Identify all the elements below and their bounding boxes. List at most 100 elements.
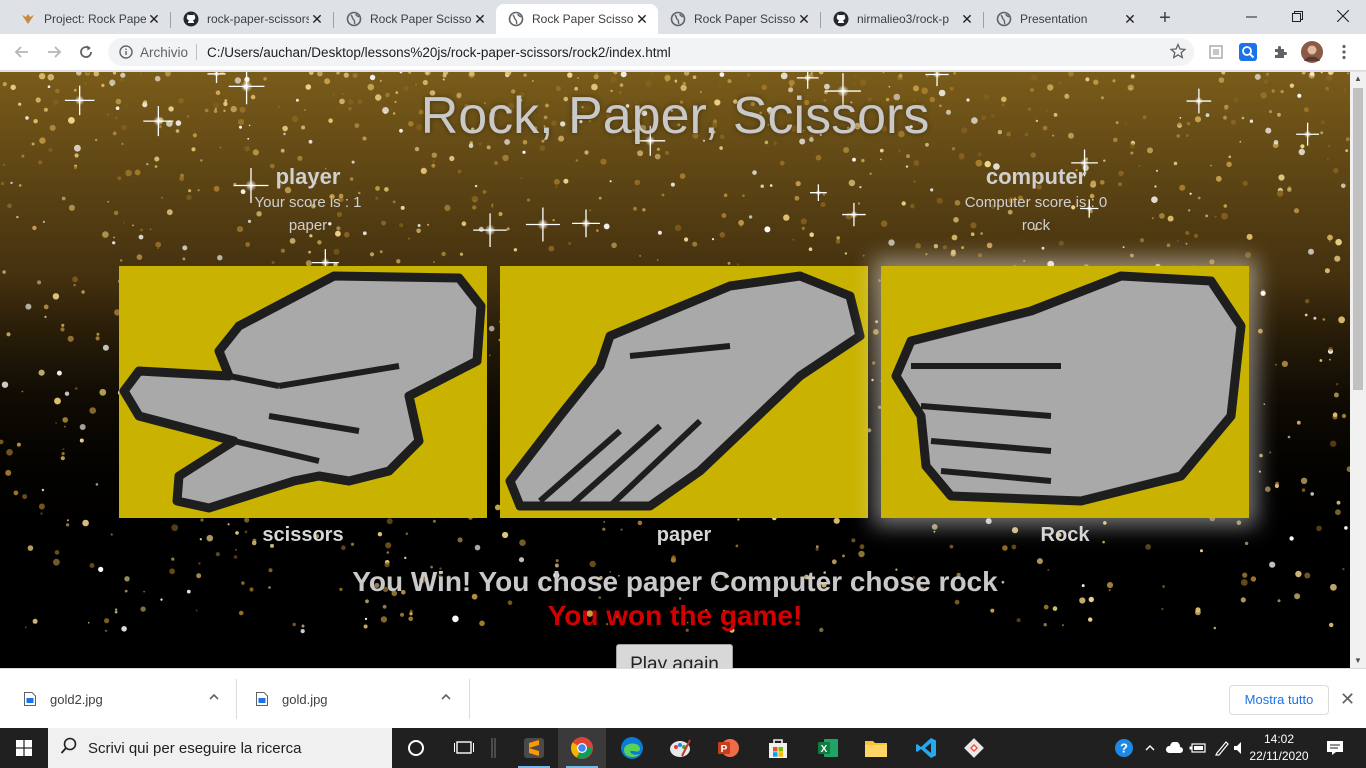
address-bar[interactable]: Archivio C:/Users/auchan/Desktop/lessons… — [108, 38, 1194, 66]
close-icon[interactable]: ✕ — [634, 11, 650, 27]
glitter-dot — [682, 81, 687, 86]
glitter-dot — [37, 280, 42, 285]
cortana-button[interactable] — [392, 728, 440, 768]
glitter-dot — [18, 184, 22, 187]
powerpoint-app[interactable]: P — [704, 728, 752, 768]
glitter-dot — [684, 237, 689, 242]
tab-project-rock-paper[interactable]: Project: Rock Paper ✕ — [8, 4, 170, 34]
glitter-dot — [1189, 192, 1192, 195]
store-app[interactable] — [754, 728, 802, 768]
close-window-button[interactable] — [1320, 0, 1366, 32]
glitter-dot — [951, 147, 956, 151]
back-arrow-icon — [14, 46, 28, 58]
taskbar-search-input[interactable]: Scrivi qui per eseguire la ricerca — [48, 728, 392, 768]
start-button[interactable] — [0, 728, 48, 768]
glitter-dot — [600, 158, 607, 165]
glitter-dot — [742, 194, 745, 197]
restore-button[interactable] — [1274, 0, 1320, 32]
git-app[interactable] — [950, 728, 998, 768]
notification-center-icon[interactable] — [1318, 728, 1352, 768]
edge-app[interactable] — [608, 728, 656, 768]
glitter-dot — [603, 223, 610, 230]
tab-presentation[interactable]: Presentation ✕ — [984, 4, 1146, 34]
glitter-dot — [898, 149, 901, 153]
tab-nirmalieo3-github[interactable]: nirmalieo3/rock-p ✕ — [821, 4, 983, 34]
help-icon[interactable]: ? — [1110, 728, 1138, 768]
glitter-dot — [795, 181, 801, 187]
tab-rock-paper-scissors-3[interactable]: Rock Paper Scissors ✕ — [658, 4, 820, 34]
close-icon[interactable]: ✕ — [146, 11, 162, 27]
sublime-text-app[interactable] — [510, 728, 558, 768]
close-icon[interactable]: ✕ — [796, 11, 812, 27]
close-icon[interactable]: ✕ — [959, 11, 975, 27]
glitter-dot — [1159, 213, 1165, 219]
glitter-dot — [21, 154, 25, 158]
close-icon[interactable]: ✕ — [1122, 11, 1138, 27]
download-item-gold[interactable]: gold.jpg — [256, 679, 452, 719]
search-extension-icon[interactable] — [1238, 42, 1258, 62]
tab-rock-paper-scissors-active[interactable]: Rock Paper Scissors ✕ — [496, 4, 658, 34]
play-again-button[interactable]: Play again — [616, 644, 733, 668]
clock-time: 14:02 — [1263, 732, 1295, 746]
scissors-card[interactable] — [119, 266, 487, 518]
excel-app[interactable]: X — [804, 728, 852, 768]
scrollbar-thumb[interactable] — [1353, 88, 1363, 390]
glitter-dot — [7, 203, 12, 209]
powerpoint-icon: P — [718, 739, 739, 757]
scroll-up-arrow-icon[interactable]: ▲ — [1350, 72, 1366, 86]
vscode-app[interactable] — [902, 728, 950, 768]
vscode-icon — [916, 738, 936, 758]
scroll-down-arrow-icon[interactable]: ▼ — [1350, 654, 1366, 668]
glitter-dot — [1200, 549, 1203, 553]
reload-button[interactable] — [72, 38, 100, 66]
scissors-label: scissors — [262, 524, 344, 546]
new-tab-button[interactable]: + — [1152, 6, 1178, 32]
rock-card[interactable] — [881, 266, 1249, 518]
chrome-app[interactable] — [558, 728, 606, 768]
forward-button[interactable] — [40, 38, 68, 66]
close-icon[interactable]: ✕ — [309, 11, 325, 27]
glitter-dot — [1166, 243, 1171, 247]
tray-overflow-chevron-icon[interactable] — [1140, 728, 1160, 768]
glitter-dot — [1122, 246, 1125, 249]
url-text[interactable]: C:/Users/auchan/Desktop/lessons%20js/roc… — [207, 45, 671, 60]
avatar[interactable] — [1300, 40, 1324, 64]
minimize-button[interactable] — [1228, 0, 1274, 32]
task-view-button[interactable] — [440, 728, 488, 768]
onedrive-cloud-icon[interactable] — [1162, 728, 1186, 768]
glitter-dot — [102, 231, 109, 238]
close-icon[interactable]: ✕ — [472, 11, 488, 27]
glitter-dot — [1197, 196, 1201, 200]
paper-card[interactable] — [500, 266, 868, 518]
close-icon[interactable]: ✕ — [1340, 689, 1355, 710]
file-explorer-app[interactable] — [852, 728, 900, 768]
chevron-up-icon[interactable] — [208, 691, 220, 706]
glitter-dot — [1322, 318, 1326, 321]
pen-icon[interactable] — [1210, 728, 1234, 768]
battery-icon[interactable] — [1186, 728, 1210, 768]
tab-rock-paper-scissors-1[interactable]: Rock Paper Scissors ✕ — [334, 4, 496, 34]
menu-kebab-icon[interactable] — [1334, 42, 1354, 62]
glitter-dot — [1058, 240, 1064, 246]
glitter-dot — [656, 147, 661, 151]
chevron-up-icon[interactable] — [440, 691, 452, 706]
glitter-dot — [271, 261, 275, 264]
paint-app[interactable] — [656, 728, 704, 768]
glitter-dot — [1258, 328, 1263, 334]
info-icon[interactable] — [118, 44, 134, 60]
reading-list-icon[interactable] — [1206, 42, 1226, 62]
glitter-dot — [1245, 252, 1252, 258]
cortana-circle-icon — [408, 740, 424, 756]
back-button[interactable] — [8, 38, 36, 66]
glitter-dot — [1155, 169, 1159, 172]
vertical-scrollbar[interactable]: ▲ ▼ — [1350, 72, 1366, 668]
show-all-button[interactable]: Mostra tutto — [1229, 685, 1329, 715]
bookmark-star-icon[interactable] — [1169, 42, 1187, 62]
glitter-dot — [721, 213, 727, 218]
tab-rock-paper-scissors-github[interactable]: rock-paper-scissors ✕ — [171, 4, 333, 34]
glitter-dot — [760, 184, 764, 188]
system-clock[interactable]: 14:02 22/11/2020 — [1244, 731, 1314, 765]
download-item-gold2[interactable]: gold2.jpg — [24, 679, 220, 719]
glitter-dot — [42, 220, 45, 223]
extensions-puzzle-icon[interactable] — [1270, 42, 1290, 62]
